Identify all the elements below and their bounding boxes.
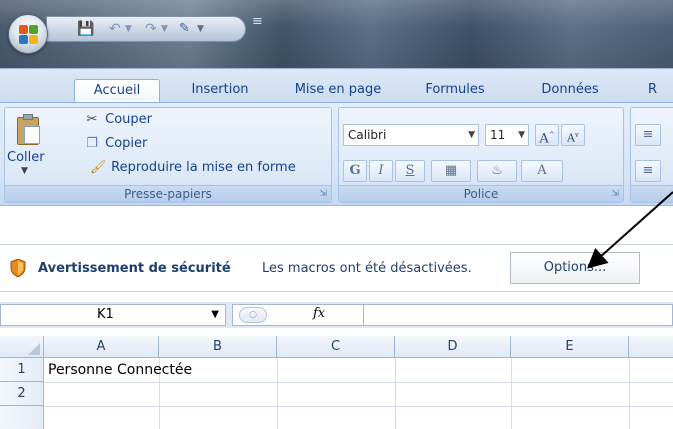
copy-icon: ❐: [86, 136, 98, 151]
fill-color-icon[interactable]: ♨: [477, 160, 517, 182]
font-group-label: Police: [339, 185, 623, 202]
clipboard-group: Coller ▼ ✂ Couper ❐ Copier 🖌 Reproduire …: [4, 107, 332, 203]
clipboard-group-label: Presse-papiers: [5, 185, 331, 202]
save-icon[interactable]: 💾: [77, 21, 94, 37]
font-name-box[interactable]: Calibri ▼: [343, 124, 479, 146]
office-button[interactable]: [8, 14, 48, 54]
row-header-1[interactable]: 1: [0, 358, 44, 382]
options-button[interactable]: Options...: [510, 252, 640, 284]
bold-button[interactable]: G: [343, 160, 367, 182]
tab-insertion[interactable]: Insertion: [172, 79, 268, 103]
paste-button[interactable]: Coller: [7, 150, 45, 165]
gridline: [44, 382, 673, 383]
shield-icon: [10, 259, 26, 277]
font-size-value: 11: [490, 128, 506, 142]
clipboard-launcher-icon[interactable]: ⇲: [319, 189, 327, 199]
qat-more-icon[interactable]: ≡: [252, 14, 263, 29]
formula-buttons: ○ fx: [232, 304, 364, 326]
office-logo-icon: [19, 25, 39, 45]
security-warning-message: Les macros ont été désactivées.: [262, 261, 472, 276]
gridline: [44, 406, 673, 407]
column-header-row: A B C D E: [0, 336, 673, 358]
undo-icon[interactable]: ↶: [109, 21, 121, 37]
cut-icon: ✂: [86, 112, 98, 127]
redo-dropdown-icon[interactable]: ▼: [161, 21, 168, 37]
format-painter-icon: 🖌: [89, 160, 107, 175]
column-header-c[interactable]: C: [277, 336, 395, 358]
font-name-dropdown-icon[interactable]: ▼: [468, 125, 475, 145]
column-header-e[interactable]: E: [511, 336, 629, 358]
column-header-d[interactable]: D: [395, 336, 511, 358]
message-bar-spacer: [0, 206, 673, 244]
align-top-icon[interactable]: ≡: [635, 124, 661, 146]
font-group: Calibri ▼ 11 ▼ A^ Av G I S ▦ ♨ A Police …: [338, 107, 624, 203]
ribbon-tabs: Accueil Insertion Mise en page Formules …: [0, 68, 673, 103]
redo-icon[interactable]: ↷: [145, 21, 157, 37]
gridline: [511, 358, 512, 429]
cut-label: Couper: [105, 112, 153, 127]
row-header-2[interactable]: 2: [0, 382, 44, 406]
copy-label: Copier: [105, 136, 148, 151]
tab-accueil[interactable]: Accueil: [74, 79, 160, 103]
quick-access-toolbar: 💾 ↶ ▼ ↷ ▼ ✎ ▼: [46, 16, 246, 42]
expand-formula-icon[interactable]: ○: [239, 307, 267, 323]
font-color-icon[interactable]: A: [521, 160, 563, 182]
font-name-value: Calibri: [348, 128, 387, 142]
cut-button[interactable]: ✂ Couper: [83, 112, 152, 127]
worksheet-grid: A B C D E 1 2 Personne Connectée: [0, 336, 673, 429]
italic-button[interactable]: I: [369, 160, 393, 182]
font-size-box[interactable]: 11 ▼: [485, 124, 529, 146]
gridline: [277, 358, 278, 429]
ribbon: Coller ▼ ✂ Couper ❐ Copier 🖌 Reproduire …: [0, 102, 673, 206]
column-header-f[interactable]: [629, 336, 673, 358]
format-painter-label: Reproduire la mise en forme: [111, 160, 296, 175]
border-icon[interactable]: ▦: [431, 160, 471, 182]
alignment-group-label: [631, 185, 673, 202]
gridline: [629, 358, 630, 429]
security-warning-bar: Avertissement de sécurité Les macros ont…: [0, 244, 673, 292]
select-all-corner[interactable]: [0, 336, 44, 358]
column-header-b[interactable]: B: [159, 336, 277, 358]
shrink-font-icon[interactable]: Av: [561, 124, 585, 146]
customize-dropdown-icon[interactable]: ▼: [197, 21, 204, 37]
cell-a1[interactable]: Personne Connectée: [44, 358, 192, 382]
align-left-icon[interactable]: ≡: [635, 160, 661, 182]
font-launcher-icon[interactable]: ⇲: [611, 189, 619, 199]
name-box-dropdown-icon[interactable]: ▼: [211, 305, 219, 325]
tab-mise-en-page[interactable]: Mise en page: [283, 79, 393, 103]
undo-dropdown-icon[interactable]: ▼: [125, 21, 132, 37]
grow-font-icon[interactable]: A^: [535, 124, 559, 146]
tab-formules[interactable]: Formules: [405, 79, 505, 103]
copy-button[interactable]: ❐ Copier: [83, 136, 147, 151]
name-box-value: K1: [97, 307, 114, 322]
paste-icon[interactable]: [15, 114, 41, 146]
column-header-a[interactable]: A: [44, 336, 159, 358]
security-warning-title: Avertissement de sécurité: [38, 261, 231, 276]
fx-icon[interactable]: fx: [313, 306, 325, 321]
tab-revision[interactable]: R: [648, 79, 673, 103]
format-painter-button[interactable]: 🖌 Reproduire la mise en forme: [89, 160, 296, 175]
formula-input[interactable]: [364, 304, 673, 326]
alignment-group: ≡ ≡: [630, 107, 673, 203]
formula-bar: K1 ▼ ○ fx: [0, 302, 673, 328]
paste-dropdown-icon[interactable]: ▼: [21, 166, 28, 176]
tab-donnees[interactable]: Données: [520, 79, 620, 103]
customize-icon[interactable]: ✎: [179, 21, 190, 37]
underline-button[interactable]: S: [395, 160, 425, 182]
gridline: [395, 358, 396, 429]
font-size-dropdown-icon[interactable]: ▼: [518, 125, 525, 145]
row-header-3[interactable]: [0, 406, 44, 429]
name-box[interactable]: K1 ▼: [0, 304, 226, 326]
